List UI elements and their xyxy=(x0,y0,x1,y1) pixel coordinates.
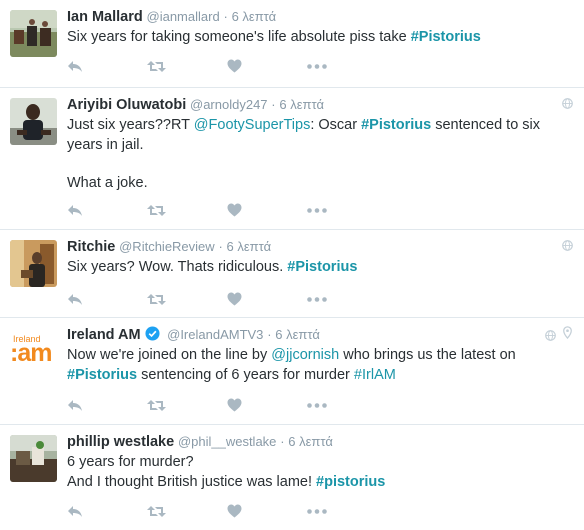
handle[interactable]: @ianmallard xyxy=(147,9,220,24)
retweet-icon[interactable] xyxy=(147,505,166,518)
display-name[interactable]: Ireland AM xyxy=(67,327,141,343)
location-pin-icon[interactable] xyxy=(563,326,572,339)
handle[interactable]: @phil__westlake xyxy=(178,434,276,449)
avatar[interactable] xyxy=(10,98,57,145)
like-icon[interactable] xyxy=(227,203,242,217)
tweet-text: Just six years??RT @FootySuperTips: Osca… xyxy=(67,117,541,191)
reply-icon[interactable] xyxy=(67,399,83,412)
tweet-text: Now we're joined on the line by @jjcorni… xyxy=(67,347,516,383)
more-icon[interactable] xyxy=(307,63,327,69)
retweet-icon[interactable] xyxy=(147,60,166,73)
mention-link[interactable]: @jjcornish xyxy=(271,347,339,363)
display-name[interactable]: Ritchie xyxy=(67,239,115,255)
tweet-actions xyxy=(67,503,387,519)
like-icon[interactable] xyxy=(227,398,242,412)
tweet-actions xyxy=(67,397,387,413)
retweet-icon[interactable] xyxy=(147,399,166,412)
handle[interactable]: @arnoldy247 xyxy=(190,97,268,112)
tweet-text: Six years for taking someone's life abso… xyxy=(67,29,481,45)
tweet-actions xyxy=(67,291,387,307)
hashtag-link[interactable]: #Pistorius xyxy=(361,117,431,133)
reply-icon[interactable] xyxy=(67,204,83,217)
more-icon[interactable] xyxy=(307,508,327,514)
tweet-text: Six years? Wow. Thats ridiculous. #Pisto… xyxy=(67,259,358,275)
display-name[interactable]: Ariyibi Oluwatobi xyxy=(67,97,186,113)
avatar[interactable]: Ireland :am xyxy=(10,332,60,368)
timestamp[interactable]: 6 λεπτά xyxy=(232,9,277,24)
tweet: Ariyibi Oluwatobi @arnoldy247 · 6 λεπτά … xyxy=(0,88,584,230)
tweet: Ritchie @RitchieReview · 6 λεπτά Six yea… xyxy=(0,230,584,318)
timestamp[interactable]: 6 λεπτά xyxy=(279,97,324,112)
handle[interactable]: @RitchieReview xyxy=(119,239,215,254)
tweet-text: 6 years for murder? And I thought Britis… xyxy=(67,454,386,490)
timestamp[interactable]: 6 λεπτά xyxy=(275,327,320,342)
tweet-actions xyxy=(67,202,387,218)
hashtag-link[interactable]: #IrlAM xyxy=(354,367,396,383)
verified-badge-icon xyxy=(145,326,160,341)
like-icon[interactable] xyxy=(227,504,242,518)
globe-icon xyxy=(562,98,573,109)
hashtag-link[interactable]: #Pistorius xyxy=(287,259,357,275)
avatar[interactable] xyxy=(10,240,57,287)
more-icon[interactable] xyxy=(307,402,327,408)
hashtag-link[interactable]: #pistorius xyxy=(316,474,385,490)
tweet: Ian Mallard @ianmallard · 6 λεπτά Six ye… xyxy=(0,0,584,88)
handle[interactable]: @IrelandAMTV3 xyxy=(167,327,263,342)
avatar[interactable] xyxy=(10,10,57,57)
reply-icon[interactable] xyxy=(67,60,83,73)
tweet: phillip westlake @phil__westlake · 6 λεπ… xyxy=(0,425,584,530)
like-icon[interactable] xyxy=(227,292,242,306)
more-icon[interactable] xyxy=(307,296,327,302)
display-name[interactable]: Ian Mallard xyxy=(67,9,143,25)
avatar[interactable] xyxy=(10,435,57,482)
tweet: Ireland :am Ireland AM @IrelandAMTV3 · 6… xyxy=(0,318,584,425)
mention-link[interactable]: @FootySuperTips xyxy=(194,117,311,133)
ireland-am-logo: Ireland :am xyxy=(10,334,52,367)
globe-icon xyxy=(545,330,556,341)
timestamp[interactable]: 6 λεπτά xyxy=(288,434,333,449)
hashtag-link[interactable]: #Pistorius xyxy=(411,29,481,45)
retweet-icon[interactable] xyxy=(147,204,166,217)
like-icon[interactable] xyxy=(227,59,242,73)
tweet-actions xyxy=(67,58,387,74)
reply-icon[interactable] xyxy=(67,293,83,306)
timestamp[interactable]: 6 λεπτά xyxy=(227,239,272,254)
reply-icon[interactable] xyxy=(67,505,83,518)
display-name[interactable]: phillip westlake xyxy=(67,434,174,450)
hashtag-link[interactable]: #Pistorius xyxy=(67,367,137,383)
retweet-icon[interactable] xyxy=(147,293,166,306)
globe-icon xyxy=(562,240,573,251)
more-icon[interactable] xyxy=(307,207,327,213)
